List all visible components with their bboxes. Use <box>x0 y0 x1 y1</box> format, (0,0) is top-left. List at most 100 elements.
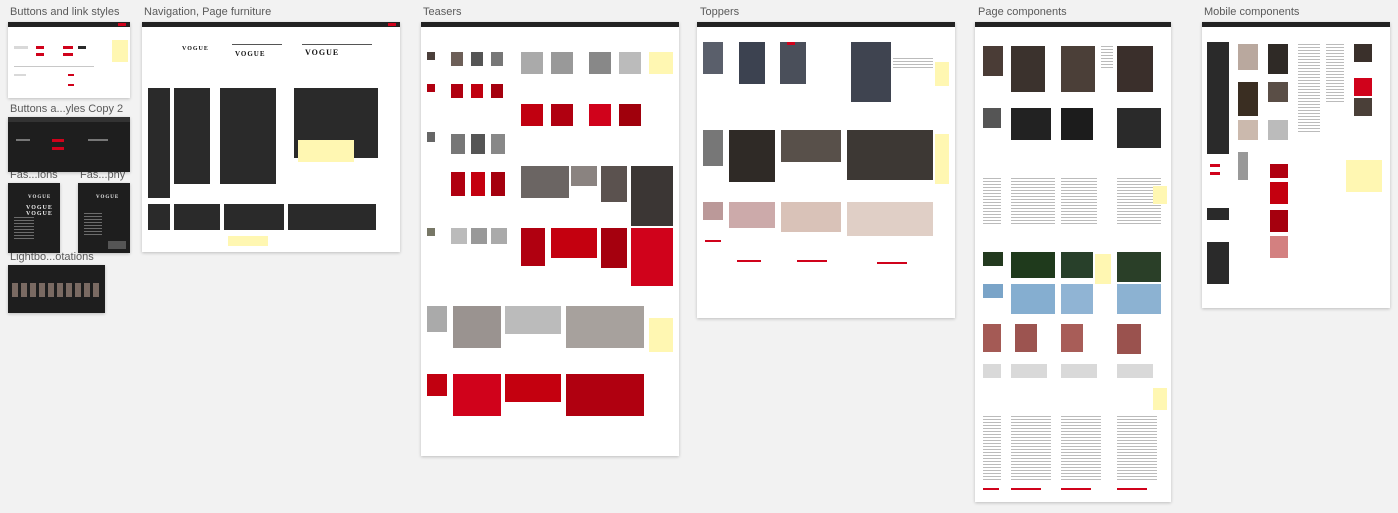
artboard-fashions[interactable]: VOGUE VOGUE VOGUE <box>8 183 60 253</box>
image-placeholder <box>729 202 775 228</box>
artboard-header-bar <box>142 22 400 27</box>
artboard-title-toppers[interactable]: Toppers <box>700 6 739 18</box>
artboard-header-bar <box>8 117 130 122</box>
button-sample-red <box>63 46 73 49</box>
list-text <box>983 416 1001 480</box>
artboard-title-teasers[interactable]: Teasers <box>423 6 462 18</box>
image-placeholder <box>703 202 723 220</box>
red-label <box>1061 488 1091 490</box>
image-placeholder <box>427 374 447 396</box>
artboard-teasers[interactable] <box>421 22 679 456</box>
sticky-note <box>649 52 673 74</box>
button-sample-red <box>52 147 64 150</box>
list-text <box>1011 416 1051 480</box>
thumbnail-strip <box>12 283 100 297</box>
mobile-nav-panel <box>1207 208 1229 220</box>
image-placeholder <box>631 228 673 286</box>
menu-list <box>84 213 102 237</box>
button-sample-red <box>52 139 64 142</box>
image-placeholder <box>521 104 543 126</box>
image-placeholder <box>427 52 435 60</box>
gray-box <box>1117 364 1153 378</box>
article-text <box>1061 178 1097 224</box>
image-placeholder <box>1270 182 1288 204</box>
mobile-nav-panel <box>1207 242 1229 284</box>
article-text <box>983 178 1001 224</box>
artboard-fashion-photography[interactable]: VOGUE <box>78 183 130 253</box>
image-placeholder <box>1117 284 1161 314</box>
nav-menu-panel <box>148 88 170 198</box>
headline-text <box>893 58 933 68</box>
red-button <box>1210 164 1220 167</box>
image-placeholder <box>1011 46 1045 92</box>
image-placeholder <box>703 42 723 74</box>
image-placeholder <box>1268 120 1288 140</box>
vogue-logo: VOGUE <box>305 48 340 57</box>
image-placeholder <box>1061 324 1083 352</box>
red-tab <box>388 23 396 26</box>
image-placeholder <box>983 324 1001 352</box>
image-placeholder <box>619 52 641 74</box>
image-placeholder <box>1011 284 1055 314</box>
artboard-buttons[interactable] <box>8 22 130 98</box>
button-sample <box>16 139 30 141</box>
artboard-page-components[interactable] <box>975 22 1171 502</box>
image-placeholder <box>108 241 126 249</box>
image-placeholder <box>427 132 435 142</box>
gray-box <box>1011 364 1047 378</box>
artboard-title-buttons-copy-2[interactable]: Buttons a...yles Copy 2 <box>10 103 123 115</box>
sticky-note <box>649 318 673 352</box>
image-placeholder <box>780 42 806 84</box>
artboard-lightbox[interactable] <box>8 265 105 313</box>
artboard-title-navigation[interactable]: Navigation, Page furniture <box>144 6 271 18</box>
image-placeholder <box>983 108 1001 128</box>
image-placeholder <box>589 52 611 74</box>
image-placeholder <box>1268 44 1288 74</box>
artboard-title-page-components[interactable]: Page components <box>978 6 1067 18</box>
artboard-toppers[interactable] <box>697 22 955 318</box>
sticky-note <box>1153 388 1167 410</box>
nav-menu-panel <box>220 88 276 184</box>
artboard-mobile-components[interactable] <box>1202 22 1390 308</box>
artboard-buttons-copy-2[interactable] <box>8 117 130 172</box>
sticky-note <box>1095 254 1111 284</box>
image-placeholder <box>491 228 507 244</box>
image-placeholder <box>729 130 775 182</box>
image-placeholder <box>1268 82 1288 102</box>
image-placeholder <box>1011 108 1051 140</box>
red-button <box>1210 172 1220 175</box>
image-placeholder <box>1117 108 1161 148</box>
red-tab <box>118 23 126 26</box>
artboard-title-buttons[interactable]: Buttons and link styles <box>10 6 119 18</box>
image-placeholder <box>505 306 561 334</box>
image-placeholder <box>551 104 573 126</box>
divider <box>232 44 282 45</box>
button-sample-red <box>63 53 73 56</box>
text-block <box>1298 44 1320 134</box>
image-placeholder <box>1270 236 1288 258</box>
artboard-navigation[interactable]: VOGUE VOGUE VOGUE <box>142 22 400 252</box>
sticky-note <box>935 134 949 184</box>
footer-panel <box>148 204 170 230</box>
artboard-header-bar <box>421 22 679 27</box>
image-placeholder <box>427 306 447 332</box>
image-placeholder <box>566 374 644 416</box>
red-label <box>787 42 795 45</box>
image-placeholder <box>451 172 465 196</box>
image-placeholder <box>631 166 673 226</box>
sticky-note <box>228 236 268 246</box>
image-placeholder <box>453 374 501 416</box>
link-sample <box>88 139 108 141</box>
image-placeholder <box>847 130 933 180</box>
image-placeholder <box>491 172 505 196</box>
vogue-logo: VOGUE VOGUE <box>26 205 53 217</box>
image-placeholder <box>1117 46 1153 92</box>
button-sample-red <box>36 53 44 56</box>
button-sample-red <box>36 46 44 49</box>
footer-panel <box>288 204 376 230</box>
image-placeholder <box>551 228 597 258</box>
image-placeholder <box>1354 98 1372 116</box>
artboard-title-mobile-components[interactable]: Mobile components <box>1204 6 1299 18</box>
image-placeholder <box>983 46 1003 76</box>
image-placeholder <box>847 202 933 236</box>
